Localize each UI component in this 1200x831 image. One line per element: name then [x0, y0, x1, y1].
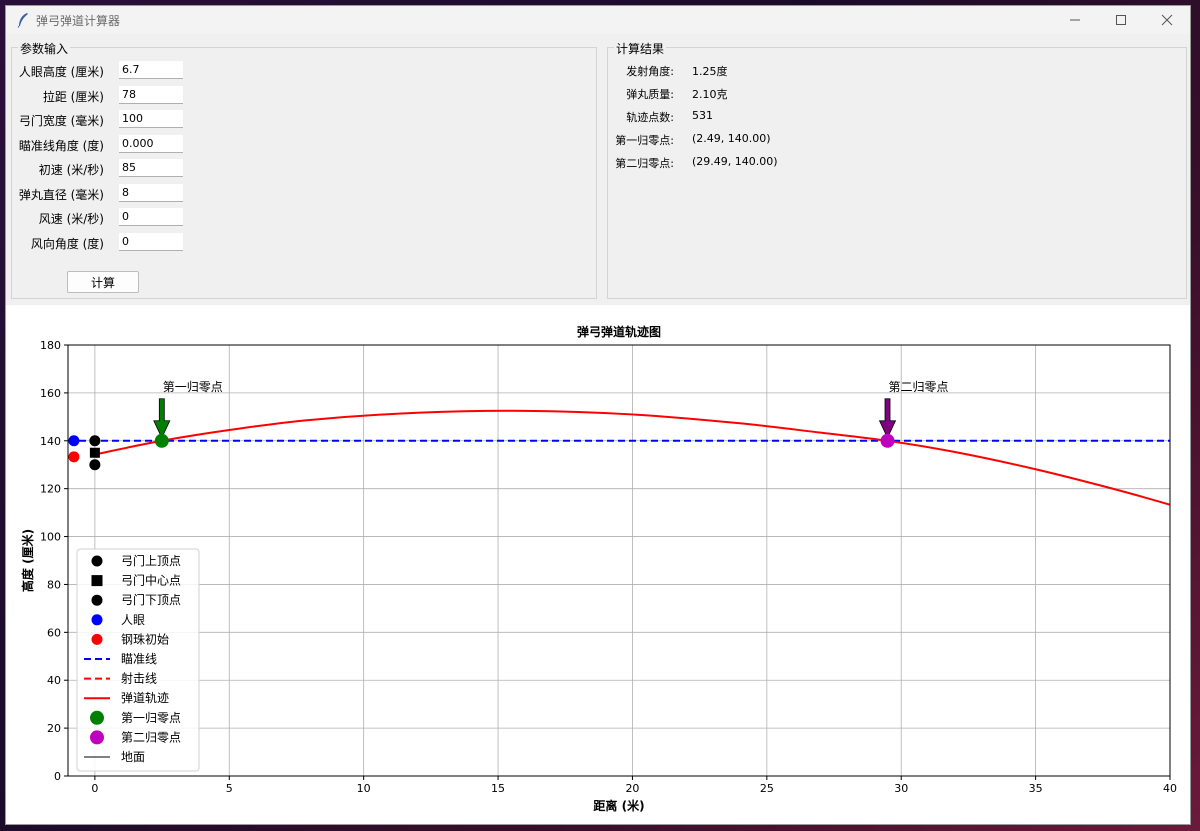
- window-title: 弹弓弹道计算器: [36, 14, 121, 28]
- legend-label-7: 弹道轨迹: [121, 691, 169, 705]
- x-tick-label: 25: [760, 782, 774, 795]
- app-window: 弹弓弹道计算器 参数输入 人眼高度 (厘米) 拉距 (厘米) 弓门宽度 (毫米)…: [5, 5, 1191, 825]
- x-tick-label: 15: [491, 782, 505, 795]
- x-tick-label: 20: [625, 782, 639, 795]
- draw-length-input[interactable]: [119, 86, 183, 104]
- param-label-fork-width: 弓门宽度 (毫米): [18, 114, 104, 128]
- result-value-mass: 2.10克: [692, 88, 728, 101]
- legend-label-10: 地面: [121, 750, 145, 764]
- params-frame-title: 参数输入: [18, 40, 71, 57]
- legend-swatch-0: [91, 555, 103, 567]
- y-tick-label: 120: [40, 483, 61, 496]
- zero-point-2: [880, 433, 895, 448]
- param-label-wind-speed: 风速 (米/秒): [38, 212, 104, 226]
- y-tick-label: 100: [40, 531, 61, 544]
- zero-point-1: [154, 433, 169, 448]
- legend-swatch-8: [90, 710, 104, 725]
- chart-title: 弹弓弹道轨迹图: [577, 324, 661, 339]
- marker-3: [68, 435, 80, 447]
- result-label-point-count: 轨迹点数:: [626, 111, 674, 124]
- result-label-zero2: 第二归零点:: [615, 157, 674, 170]
- x-axis-label: 距离 (米): [593, 798, 644, 813]
- axes-frame: [67, 344, 1171, 777]
- result-value-zero2: (29.49, 140.00): [692, 155, 778, 168]
- y-tick-label: 180: [40, 339, 61, 352]
- x-tick-label: 5: [226, 782, 233, 795]
- y-tick-label: 40: [47, 674, 61, 687]
- x-tick-label: 10: [357, 782, 371, 795]
- results-frame: 计算结果 发射角度: 1.25度 弹丸质量: 2.10克 轨迹点数: 531 第…: [607, 40, 1187, 299]
- legend-label-3: 人眼: [121, 613, 145, 627]
- result-label-mass: 弹丸质量:: [626, 88, 674, 101]
- zero-annotation-1: 第一归零点: [163, 380, 223, 394]
- velocity-input[interactable]: [119, 159, 183, 177]
- eye-height-input[interactable]: [119, 61, 183, 79]
- legend-swatch-9: [90, 730, 104, 745]
- result-label-zero1: 第一归零点:: [615, 134, 674, 147]
- legend-label-4: 钢珠初始: [121, 632, 169, 646]
- legend-label-0: 弓门上顶点: [121, 553, 181, 568]
- sight-angle-input[interactable]: [119, 135, 183, 153]
- param-label-eye-height: 人眼高度 (厘米): [18, 65, 104, 79]
- close-button[interactable]: [1144, 6, 1190, 34]
- marker-0: [89, 435, 101, 447]
- legend-swatch-2: [91, 594, 103, 606]
- param-label-wind-direction: 风向角度 (度): [30, 237, 104, 251]
- result-label-launch-angle: 发射角度:: [626, 65, 674, 78]
- zero-arrow-1: [153, 398, 171, 439]
- title-bar[interactable]: 弹弓弹道计算器: [6, 6, 1190, 34]
- param-label-draw-length: 拉距 (厘米): [42, 90, 104, 104]
- wind-direction-input[interactable]: [119, 233, 183, 251]
- x-tick-label: 30: [894, 782, 908, 795]
- marker-2: [89, 459, 101, 471]
- param-label-sight-angle: 瞄准线角度 (度): [18, 139, 104, 153]
- marker-4: [68, 451, 80, 463]
- legend-swatch-1: [91, 575, 103, 587]
- calculate-button[interactable]: 计算: [67, 271, 139, 293]
- maximize-icon: [1116, 15, 1126, 25]
- result-value-zero1: (2.49, 140.00): [692, 132, 771, 145]
- y-tick-label: 140: [40, 435, 61, 448]
- y-axis-label: 高度 (厘米): [20, 529, 35, 592]
- marker-1: [89, 447, 100, 458]
- result-value-point-count: 531: [692, 109, 713, 122]
- x-tick-label: 40: [1163, 782, 1177, 795]
- legend-swatch-4: [91, 633, 103, 645]
- close-icon: [1161, 14, 1173, 26]
- wind-speed-input[interactable]: [119, 208, 183, 226]
- legend-swatch-3: [91, 614, 103, 626]
- feather-icon: [17, 13, 28, 28]
- param-label-ball-diameter: 弹丸直径 (毫米): [18, 188, 104, 202]
- minimize-button[interactable]: [1052, 6, 1098, 34]
- param-label-velocity: 初速 (米/秒): [38, 163, 104, 177]
- params-frame: 参数输入 人眼高度 (厘米) 拉距 (厘米) 弓门宽度 (毫米) 瞄准线角度 (…: [11, 40, 597, 299]
- legend-label-5: 瞄准线: [121, 652, 157, 666]
- trajectory-plot: 0 5 10 15 20 25 30 35 40 0 20 40 60 80 100 120 140 160 180…: [6, 305, 1190, 824]
- maximize-button[interactable]: [1098, 6, 1144, 34]
- x-tick-label: 35: [1029, 782, 1043, 795]
- legend-label-9: 第二归零点: [121, 730, 181, 744]
- legend-label-2: 弓门下顶点: [121, 592, 181, 607]
- ball-diameter-input[interactable]: [119, 184, 183, 202]
- y-tick-label: 60: [47, 626, 61, 639]
- result-value-launch-angle: 1.25度: [692, 65, 728, 78]
- results-frame-title: 计算结果: [614, 40, 667, 57]
- legend-label-8: 第一归零点: [121, 711, 181, 725]
- y-tick-label: 0: [54, 770, 61, 783]
- legend-label-6: 射击线: [121, 671, 157, 686]
- zero-arrow-2: [878, 398, 897, 439]
- legend-label-1: 弓门中心点: [121, 573, 181, 588]
- fork-width-input[interactable]: [119, 110, 183, 128]
- trajectory-chart: 0 5 10 15 20 25 30 35 40 0 20 40 60 80 100 120 140 160 180…: [20, 324, 1177, 813]
- zero-annotation-2: 第二归零点: [889, 380, 949, 394]
- y-tick-label: 160: [40, 387, 61, 400]
- y-tick-label: 20: [47, 722, 61, 735]
- minimize-icon: [1070, 19, 1080, 21]
- y-tick-label: 80: [47, 578, 61, 591]
- x-tick-label: 0: [91, 782, 98, 795]
